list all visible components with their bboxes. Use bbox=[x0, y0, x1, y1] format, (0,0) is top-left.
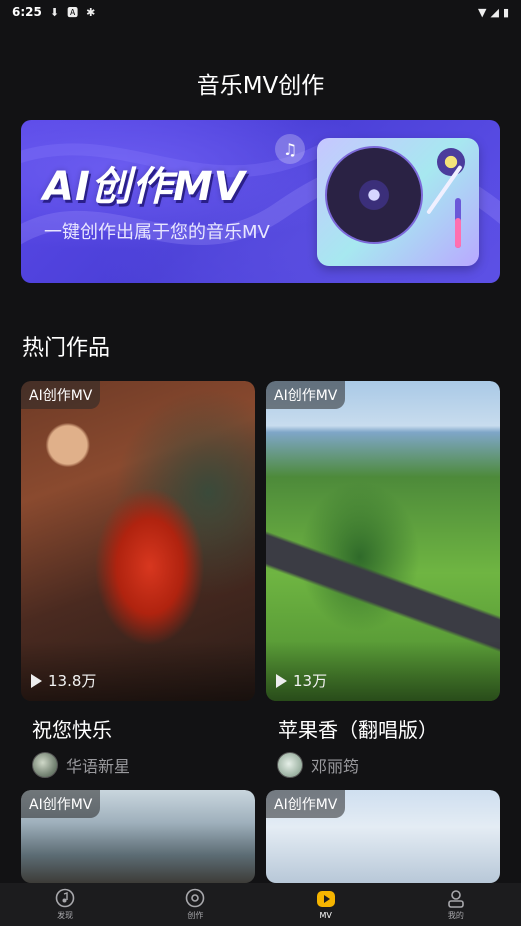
avatar bbox=[277, 752, 303, 778]
tab-label: 我的 bbox=[447, 911, 464, 920]
tab-label: MV bbox=[319, 911, 332, 920]
bug-icon: ✱ bbox=[86, 5, 96, 19]
status-bar: 6:25 ⬇ 🅰 ✱ ▼ ◢ ▮ bbox=[0, 0, 521, 24]
ai-tag: AI创作MV bbox=[266, 381, 346, 409]
play-count-value: 13万 bbox=[293, 672, 328, 690]
signal-icon: ◢ bbox=[490, 5, 499, 19]
mv-card[interactable]: AI创作MV bbox=[21, 790, 255, 883]
status-time: 6:25 bbox=[12, 5, 42, 19]
record-icon bbox=[185, 888, 205, 908]
mv-thumbnail[interactable]: AI创作MV 13.8万 bbox=[21, 381, 255, 701]
mv-title[interactable]: 祝您快乐 bbox=[32, 714, 112, 743]
tab-create[interactable]: 创作 bbox=[130, 883, 260, 926]
page-title: 音乐MV创作 bbox=[196, 73, 325, 99]
vinyl-record-icon bbox=[325, 146, 423, 244]
author-name: 邓丽筠 bbox=[311, 757, 360, 776]
mv-author[interactable]: 华语新星 bbox=[32, 752, 130, 778]
play-count-value: 13.8万 bbox=[48, 672, 97, 690]
banner-title: AI创作MV bbox=[43, 164, 246, 210]
slider-fill bbox=[455, 218, 461, 248]
avatar bbox=[32, 752, 58, 778]
mv-thumbnail[interactable]: AI创作MV bbox=[21, 790, 255, 883]
tab-label: 发现 bbox=[57, 911, 74, 920]
turntable-illustration bbox=[317, 138, 479, 266]
tab-discover[interactable]: 发现 bbox=[0, 883, 130, 926]
tab-mine[interactable]: 我的 bbox=[391, 883, 521, 926]
tab-mv[interactable]: MV bbox=[261, 883, 391, 926]
banner-subtitle: 一键创作出属于您的音乐MV bbox=[44, 222, 270, 243]
a-icon: 🅰 bbox=[67, 6, 79, 19]
play-count: 13万 bbox=[276, 670, 327, 691]
ai-tag: AI创作MV bbox=[21, 790, 101, 818]
mv-card[interactable]: AI创作MV 13万 bbox=[266, 381, 500, 701]
tab-label: 创作 bbox=[187, 911, 204, 920]
play-icon bbox=[316, 889, 336, 909]
mv-thumbnail[interactable]: AI创作MV 13万 bbox=[266, 381, 500, 701]
author-name: 华语新星 bbox=[66, 757, 131, 776]
music-note-icon bbox=[55, 888, 75, 908]
mv-thumbnail[interactable]: AI创作MV bbox=[266, 790, 500, 883]
play-icon bbox=[276, 673, 287, 688]
ai-tag: AI创作MV bbox=[21, 381, 101, 409]
user-icon bbox=[446, 888, 466, 908]
music-note-icon: ♫ bbox=[275, 134, 305, 164]
download-icon: ⬇ bbox=[49, 5, 60, 19]
create-mv-banner[interactable]: AI创作MV 一键创作出属于您的音乐MV ♫ bbox=[21, 120, 500, 283]
knob-icon bbox=[437, 148, 465, 176]
section-title-hot-works: 热门作品 bbox=[22, 336, 111, 361]
mv-card[interactable]: AI创作MV 13.8万 bbox=[21, 381, 255, 701]
mv-author[interactable]: 邓丽筠 bbox=[277, 752, 359, 778]
play-icon bbox=[31, 673, 42, 688]
wifi-icon: ▼ bbox=[478, 5, 487, 19]
ai-tag: AI创作MV bbox=[266, 790, 346, 818]
play-count: 13.8万 bbox=[31, 670, 96, 691]
battery-icon: ▮ bbox=[502, 5, 509, 19]
mv-card[interactable]: AI创作MV bbox=[266, 790, 500, 883]
bottom-tab-bar: 发现 创作 MV 我的 bbox=[0, 883, 521, 926]
mv-title[interactable]: 苹果香（翻唱版） bbox=[278, 714, 438, 743]
